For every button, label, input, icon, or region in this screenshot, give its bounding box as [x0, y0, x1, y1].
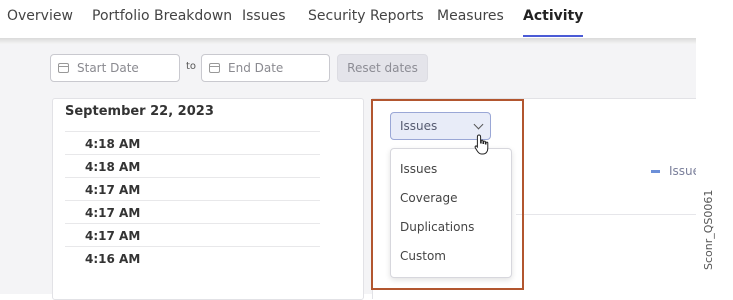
tab-activity[interactable]: Activity: [523, 7, 584, 37]
tab-security-reports[interactable]: Security Reports: [308, 7, 424, 29]
activity-time: 4:18 AM: [85, 137, 141, 151]
calendar-icon: [209, 63, 220, 73]
graph-legend: Issue: [651, 164, 700, 178]
activity-time: 4:18 AM: [85, 160, 141, 174]
activity-time: 4:17 AM: [85, 206, 141, 220]
start-date-placeholder: Start Date: [77, 61, 139, 75]
activity-date-heading: September 22, 2023: [65, 104, 214, 119]
list-item[interactable]: 4:17 AM: [65, 223, 320, 246]
calendar-icon: [58, 63, 69, 73]
hand-cursor-icon: [474, 134, 489, 155]
start-date-input[interactable]: Start Date: [50, 54, 180, 82]
end-date-placeholder: End Date: [228, 61, 284, 75]
tab-overview[interactable]: Overview: [7, 7, 73, 29]
activity-time: 4:17 AM: [85, 229, 141, 243]
navigation-tabs: Overview Portfolio Breakdown Issues Secu…: [0, 0, 696, 39]
end-date-input[interactable]: End Date: [201, 54, 330, 82]
list-item[interactable]: 4:16 AM: [65, 246, 320, 269]
tab-measures[interactable]: Measures: [437, 7, 504, 29]
highlight-box: [371, 99, 524, 290]
activity-time: 4:17 AM: [85, 183, 141, 197]
watermark-label: Sconr_QS0061: [702, 189, 715, 270]
activity-list-card: September 22, 2023 4:18 AM 4:18 AM 4:17 …: [52, 98, 364, 300]
legend-swatch: [651, 170, 660, 173]
tab-portfolio-breakdown[interactable]: Portfolio Breakdown: [92, 7, 232, 29]
list-item[interactable]: 4:18 AM: [65, 154, 320, 177]
list-item[interactable]: 4:17 AM: [65, 200, 320, 223]
list-item[interactable]: 4:18 AM: [65, 131, 320, 154]
reset-dates-button[interactable]: Reset dates: [337, 54, 428, 82]
graph-divider: [516, 214, 696, 215]
date-range-separator: to: [186, 61, 197, 72]
tab-issues[interactable]: Issues: [242, 7, 286, 29]
activity-panel: Start Date to End Date Reset dates Septe…: [0, 44, 697, 300]
list-item[interactable]: 4:17 AM: [65, 177, 320, 200]
activity-time: 4:16 AM: [85, 252, 141, 266]
